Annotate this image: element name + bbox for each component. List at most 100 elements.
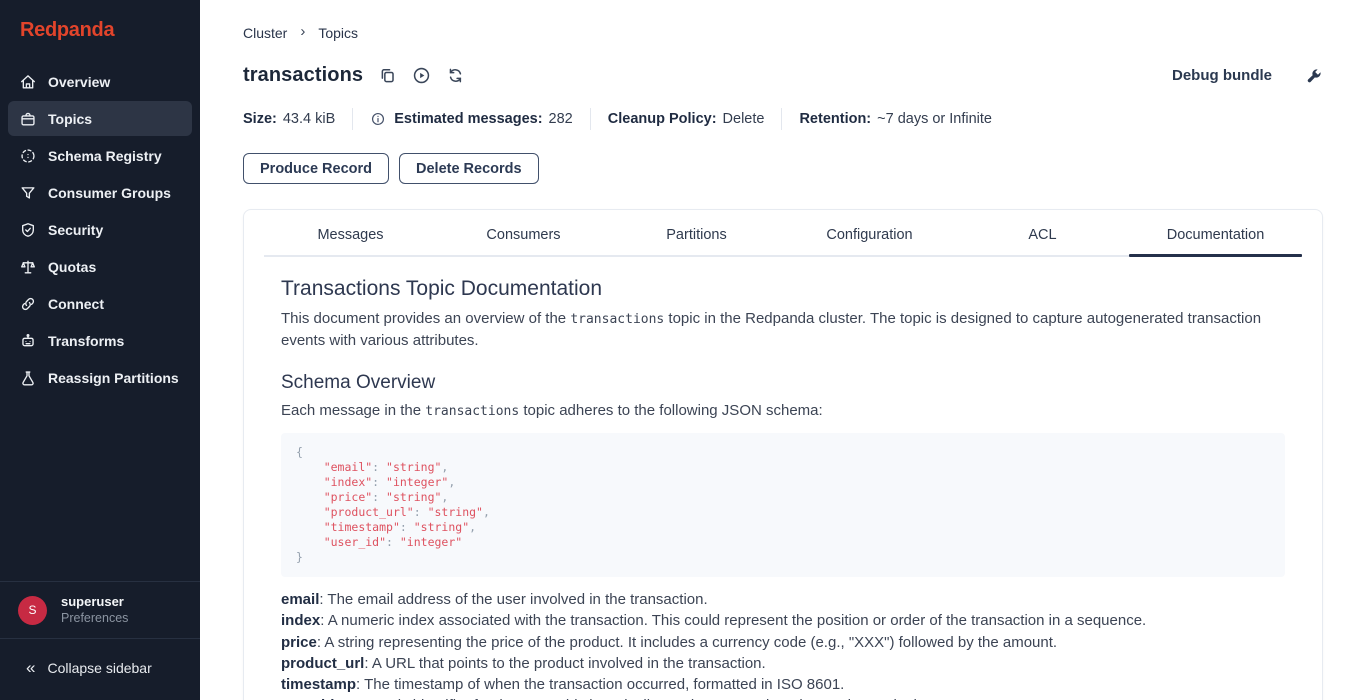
sidebar-item-label: Overview (48, 74, 110, 90)
tab-documentation[interactable]: Documentation (1129, 210, 1302, 255)
doc-title: Transactions Topic Documentation (281, 277, 1285, 301)
redpanda-logo: Redpanda (20, 19, 114, 41)
sidebar-item-quotas[interactable]: Quotas (8, 249, 192, 284)
header-right: Debug bundle (1172, 67, 1323, 85)
tab-label: Consumers (486, 227, 560, 243)
tab-label: Documentation (1167, 227, 1265, 243)
field-desc-timestamp: timestamp: The timestamp of when the tra… (281, 674, 1285, 695)
topic-stats: Size: 43.4 kiB Estimated messages: 282 Cle… (243, 108, 1323, 130)
code-line: { (296, 445, 1270, 460)
sidebar-item-overview[interactable]: Overview (8, 64, 192, 99)
breadcrumb: Cluster › Topics (243, 24, 1323, 41)
stat-retention: Retention: ~7 days or Infinite (799, 111, 992, 127)
stat-separator (590, 108, 591, 130)
tab-consumers[interactable]: Consumers (437, 210, 610, 255)
title-actions (378, 66, 465, 85)
stat-label: Estimated messages: (394, 111, 542, 127)
avatar: S (18, 596, 47, 625)
tab-configuration[interactable]: Configuration (783, 210, 956, 255)
tab-label: Partitions (666, 227, 726, 243)
tab-partitions[interactable]: Partitions (610, 210, 783, 255)
field-desc-user-id: user_id: A numeric identifier for the us… (281, 695, 1285, 700)
tab-bar: Messages Consumers Partitions Configuration… (264, 210, 1302, 257)
topic-card: Messages Consumers Partitions Configuration… (243, 209, 1323, 700)
field-desc-price: price: A string representing the price o… (281, 632, 1285, 653)
code-line: "index": "integer", (296, 475, 1270, 490)
inline-code: transactions (425, 404, 519, 419)
code-line: "email": "string", (296, 460, 1270, 475)
json-schema-codeblock: { "email": "string", "index": "integer",… (281, 433, 1285, 577)
documentation-panel: Transactions Topic Documentation This do… (244, 257, 1322, 700)
scales-icon (19, 258, 37, 276)
flask-icon (19, 369, 37, 387)
stat-value: 282 (549, 111, 573, 127)
collapse-sidebar-label: Collapse sidebar (47, 660, 151, 676)
shield-icon (19, 221, 37, 239)
stat-estimated-messages: Estimated messages: 282 (370, 111, 573, 127)
field-desc-product-url: product_url: A URL that points to the pr… (281, 653, 1285, 674)
play-circle-icon[interactable] (412, 66, 431, 85)
robot-icon (19, 332, 37, 350)
chevron-right-icon: › (300, 23, 305, 40)
breadcrumb-topics[interactable]: Topics (318, 25, 358, 41)
stat-value: ~7 days or Infinite (877, 111, 992, 127)
stat-label: Size: (243, 111, 277, 127)
user-profile[interactable]: S superuser Preferences (0, 582, 200, 638)
sidebar-item-security[interactable]: Security (8, 212, 192, 247)
funnel-icon (19, 184, 37, 202)
tab-acl[interactable]: ACL (956, 210, 1129, 255)
collapse-chevrons-icon: « (26, 659, 35, 676)
code-line: "product_url": "string", (296, 505, 1270, 520)
user-preferences-link[interactable]: Preferences (61, 610, 128, 627)
sidebar-item-transforms[interactable]: Transforms (8, 323, 192, 358)
breadcrumb-cluster[interactable]: Cluster (243, 25, 287, 41)
sidebar-item-label: Connect (48, 296, 104, 312)
delete-records-button[interactable]: Delete Records (399, 153, 539, 184)
code-line: "timestamp": "string", (296, 520, 1270, 535)
sidebar-item-label: Topics (48, 111, 92, 127)
schema-icon (19, 147, 37, 165)
inline-code: transactions (570, 312, 664, 327)
sidebar-item-schema-registry[interactable]: Schema Registry (8, 138, 192, 173)
sidebar-item-label: Consumer Groups (48, 185, 171, 201)
debug-bundle-button[interactable]: Debug bundle (1172, 67, 1272, 84)
stat-cleanup-policy: Cleanup Policy: Delete (608, 111, 765, 127)
sidebar-nav: Overview Topics Schema Registry Consumer… (0, 64, 200, 581)
sidebar-item-label: Quotas (48, 259, 96, 275)
schema-heading: Schema Overview (281, 372, 1285, 394)
field-desc-email: email: The email address of the user inv… (281, 589, 1285, 610)
active-tab-underline (1129, 254, 1302, 257)
sidebar-item-connect[interactable]: Connect (8, 286, 192, 321)
stat-size: Size: 43.4 kiB (243, 111, 335, 127)
main-content: Cluster › Topics transactions (200, 0, 1366, 700)
field-descriptions: email: The email address of the user inv… (281, 589, 1285, 700)
sidebar-item-reassign-partitions[interactable]: Reassign Partitions (8, 360, 192, 395)
wrench-icon[interactable] (1305, 67, 1323, 85)
stat-label: Retention: (799, 111, 871, 127)
code-line: "user_id": "integer" (296, 535, 1270, 550)
tab-label: Messages (317, 227, 383, 243)
topics-icon (19, 110, 37, 128)
link-icon (19, 295, 37, 313)
produce-record-button[interactable]: Produce Record (243, 153, 389, 184)
logo-container: Redpanda (0, 0, 200, 64)
app-window: Redpanda Overview Topics Schema Registry… (0, 0, 1366, 700)
stat-value: 43.4 kiB (283, 111, 335, 127)
sidebar-item-label: Security (48, 222, 103, 238)
collapse-sidebar-button[interactable]: « Collapse sidebar (0, 639, 200, 700)
code-line: } (296, 550, 1270, 565)
tab-label: Configuration (826, 227, 912, 243)
info-icon (370, 111, 386, 127)
stat-label: Cleanup Policy: (608, 111, 717, 127)
sidebar-item-label: Reassign Partitions (48, 370, 179, 386)
tab-messages[interactable]: Messages (264, 210, 437, 255)
code-line: "price": "string", (296, 490, 1270, 505)
copy-icon[interactable] (378, 66, 397, 85)
sidebar-item-label: Transforms (48, 333, 124, 349)
tab-label: ACL (1028, 227, 1056, 243)
sidebar-item-consumer-groups[interactable]: Consumer Groups (8, 175, 192, 210)
sidebar-item-topics[interactable]: Topics (8, 101, 192, 136)
action-buttons: Produce Record Delete Records (243, 153, 1323, 184)
refresh-icon[interactable] (446, 66, 465, 85)
home-icon (19, 73, 37, 91)
